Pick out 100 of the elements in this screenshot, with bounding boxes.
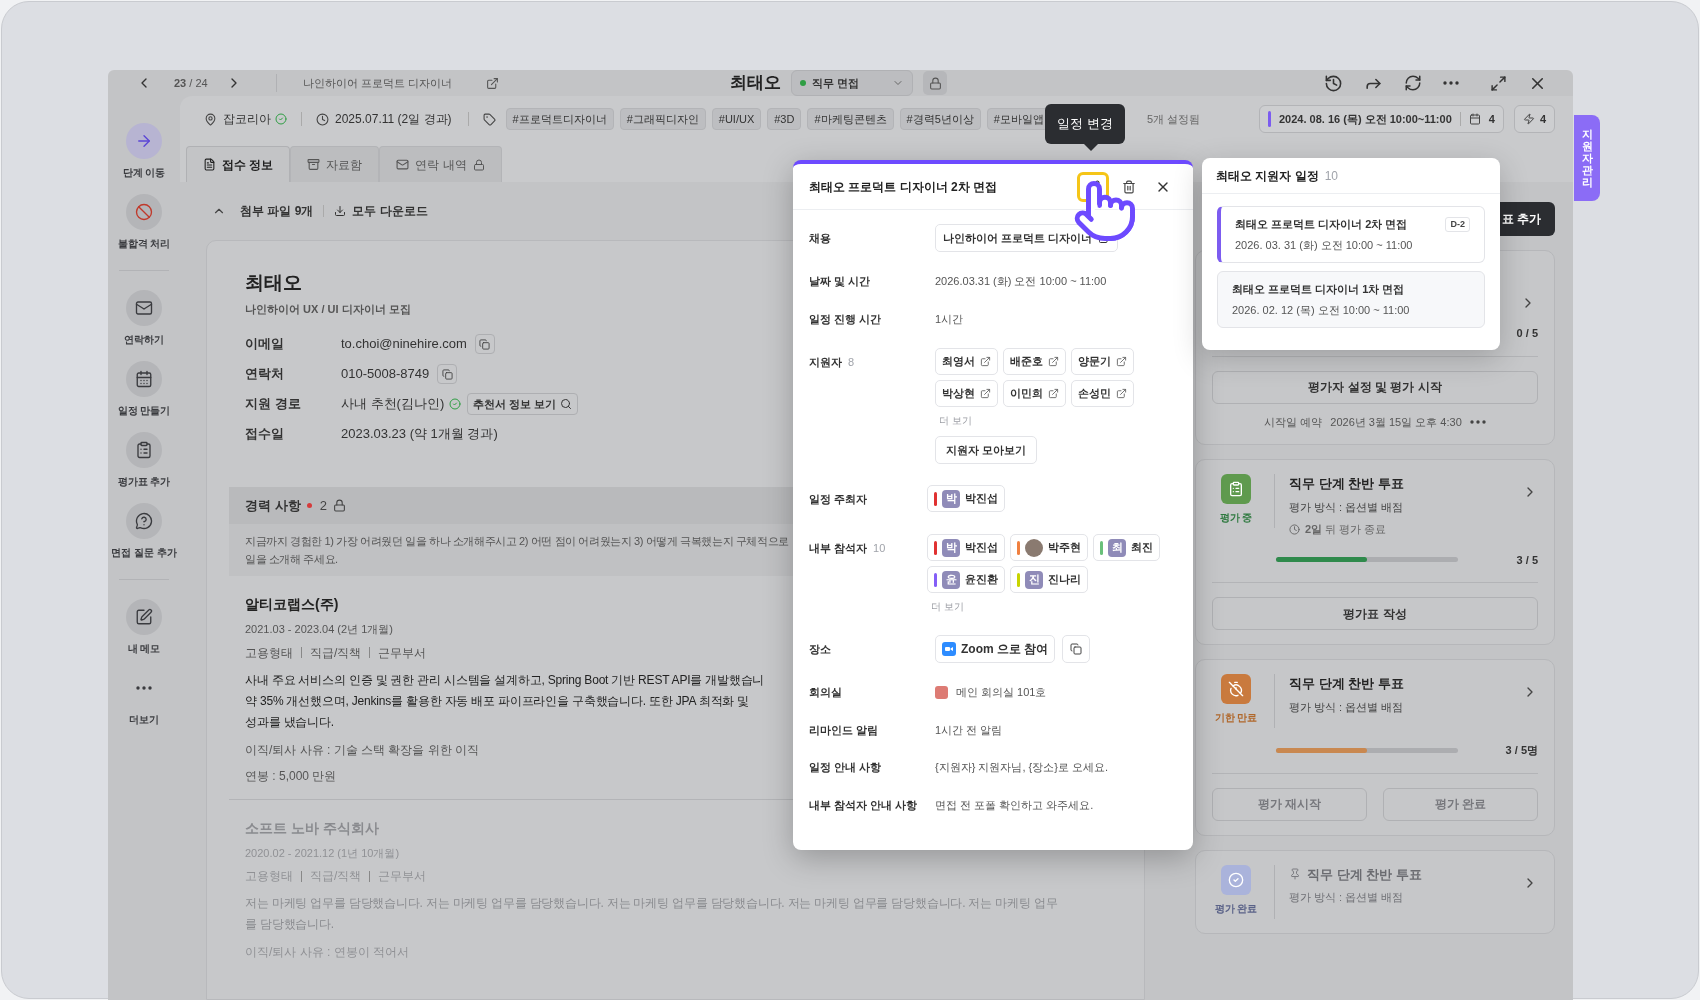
member-name: 최진 [1131, 540, 1153, 556]
evaluation-method: 평가 방식 : 옵션별 배점 [1289, 699, 1404, 715]
field-value: to.choi@ninehire.com [341, 335, 467, 354]
avatar-initial: 진 [1025, 570, 1043, 589]
status-label: 평가 중 [1219, 511, 1253, 525]
field-label: 이메일 [245, 335, 285, 354]
applicant-chip[interactable]: 최영서 [935, 348, 998, 375]
applicant-chip[interactable]: 양문기 [1071, 348, 1134, 375]
lock-icon [472, 158, 485, 171]
card-action-button[interactable]: 평가표 작성 [1212, 597, 1538, 630]
external-link-icon [1048, 356, 1059, 367]
applicant-name: 이민희 [1010, 386, 1043, 402]
schedule-chip[interactable]: 2024. 08. 16 (목) 오전 10:00~11:00 4 [1259, 105, 1504, 133]
refresh-icon[interactable] [1404, 74, 1422, 92]
employment-meta: 근무부서 [378, 644, 427, 662]
detail-value: 2026.03.31 (화) 오전 10:00 ~ 11:00 [935, 274, 1107, 289]
more-icon[interactable] [1443, 81, 1459, 85]
applicant-chip[interactable]: 박상현 [935, 380, 998, 407]
applicant-name: 박상현 [942, 386, 975, 402]
detail-value: 면접 전 포폴 확인하고 와주세요. [935, 797, 1094, 813]
evaluation-method: 평가 방식 : 옵션별 배점 [1289, 890, 1404, 905]
sidebar-action[interactable]: 단계 이동 [108, 116, 180, 187]
tab[interactable]: 연락 내역 [379, 146, 502, 182]
view-applicants-button[interactable]: 지원자 모아보기 [935, 436, 1038, 464]
sidebar-action[interactable]: 면접 질문 추가 [108, 496, 180, 567]
search-icon [560, 398, 573, 410]
member-chip[interactable]: 진 진나리 [1010, 566, 1088, 593]
applicant-name: 손성민 [1078, 386, 1111, 402]
sidebar-action[interactable]: 평가표 추가 [108, 425, 180, 496]
sidebar-action[interactable]: 연락하기 [108, 283, 180, 354]
automation-count: 4 [1539, 111, 1546, 127]
scheduled-date: 2026년 3월 15일 오후 4:30 [1330, 414, 1462, 430]
clipboard-icon [1228, 481, 1244, 497]
card-title: 직무 단계 찬반 투표 [1289, 675, 1404, 693]
clock-icon [316, 112, 329, 126]
stage-dropdown[interactable]: 직무 면접 [791, 70, 913, 96]
schedule-time: 2026. 03. 31 (화) 오전 10:00 ~ 11:00 [1235, 237, 1413, 253]
applicant-chip[interactable]: 이민희 [1003, 380, 1066, 407]
lock-button[interactable] [923, 71, 947, 95]
tab[interactable]: 접수 정보 [186, 146, 291, 182]
detail-value: 1시간 전 알림 [935, 722, 1003, 738]
calendar-icon [135, 370, 153, 388]
expand-icon[interactable] [1490, 74, 1507, 92]
schedule-date: 2024. 08. 16 (목) 오전 10:00~11:00 [1279, 111, 1452, 127]
field-value: 사내 추천(김나인) [341, 395, 445, 414]
schedule-item[interactable]: 최태오 프로덕트 디자이너 1차 면접 2026. 02. 12 (목) 오전 10:00 ~ 11:00 [1217, 271, 1485, 328]
applicant-chip[interactable]: 손성민 [1071, 380, 1134, 407]
member-chip[interactable]: 윤 윤진환 [927, 566, 1005, 593]
avatar-placeholder [1025, 538, 1043, 557]
member-name: 진나리 [1048, 572, 1081, 588]
member-chip[interactable]: 박주현 [1010, 534, 1088, 561]
schedule-item[interactable]: 최태오 프로덕트 디자이너 2차 면접 D-2 2026. 03. 31 (화) 오전 10:00 ~ 11:00 [1217, 206, 1485, 263]
lightning-icon [1522, 113, 1535, 125]
sidebar-action[interactable]: 일정 만들기 [108, 354, 180, 425]
applicant-chip[interactable]: 배준호 [1003, 348, 1066, 375]
career-description: 사내 주요 서비스의 인증 및 권한 관리 시스템을 설계하고, Spring Boot 기반 REST API를 개발했습니 [245, 671, 765, 689]
tooltip-arrow-icon [1084, 144, 1098, 151]
career-count: 2 [319, 496, 327, 515]
field-value: 2023.03.23 (약 1개월 경과) [341, 425, 498, 444]
referral-info-button[interactable]: 추천서 정보 보기 [467, 393, 579, 415]
tab[interactable]: 자료함 [290, 146, 380, 182]
video-join-button[interactable]: Zoom 으로 참여 [935, 635, 1056, 663]
salary: 연봉 : 5,000 만원 [245, 767, 337, 785]
section-title: 경력 사항 [245, 496, 301, 515]
arrow-right-icon [135, 132, 153, 150]
status-label: 기한 만료 [1214, 711, 1258, 725]
automation-chip[interactable]: 4 [1513, 105, 1555, 133]
copy-button[interactable] [474, 334, 495, 354]
card-title: 직무 단계 찬반 투표 [1307, 865, 1422, 884]
member-chip[interactable]: 박 박진섭 [927, 485, 1005, 512]
check-circle-icon [1228, 871, 1244, 888]
sidebar-action[interactable]: 내 메모 [108, 592, 180, 663]
detail-label: 장소 [809, 641, 831, 657]
progress-count: 0 / 5 [1516, 326, 1538, 341]
sidebar-action[interactable]: 더보기 [108, 663, 180, 734]
member-chip[interactable]: 최 최진 [1093, 534, 1160, 561]
tag-chip: #프로덕트디자이너 [505, 108, 614, 130]
popup-title: 최태오 지원자 일정 [1216, 167, 1319, 185]
detail-count: 10 [873, 540, 886, 556]
video-logo-icon [942, 642, 956, 656]
member-name: 박주현 [1048, 540, 1081, 556]
tag-chip: #경력5년이상 [899, 108, 981, 130]
employment-meta: 고용형태 [245, 644, 293, 662]
external-link-icon[interactable] [485, 76, 499, 90]
schedule-time: 2026. 02. 12 (목) 오전 10:00 ~ 11:00 [1232, 302, 1410, 318]
copy-button[interactable] [437, 364, 458, 384]
avatar-initial: 박 [942, 538, 960, 557]
tag-icon [482, 112, 496, 126]
history-icon[interactable] [1324, 73, 1343, 93]
member-chip[interactable]: 박 박진섭 [927, 534, 1005, 561]
memo-icon [135, 608, 153, 626]
copy-icon [1070, 643, 1083, 655]
more-icon[interactable] [1469, 419, 1486, 424]
sidebar-action[interactable]: 불합격 처리 [108, 187, 180, 258]
progress-count: 3 / 5명 [1505, 743, 1538, 758]
side-tab[interactable]: 지원자 관리 [1574, 115, 1600, 201]
card-action-button[interactable]: 평가자 설정 및 평가 시작 [1212, 370, 1538, 404]
question-bubble-icon [135, 512, 153, 530]
download-all-link[interactable]: 모두 다운로드 [334, 202, 428, 220]
copy-icon [441, 368, 453, 380]
